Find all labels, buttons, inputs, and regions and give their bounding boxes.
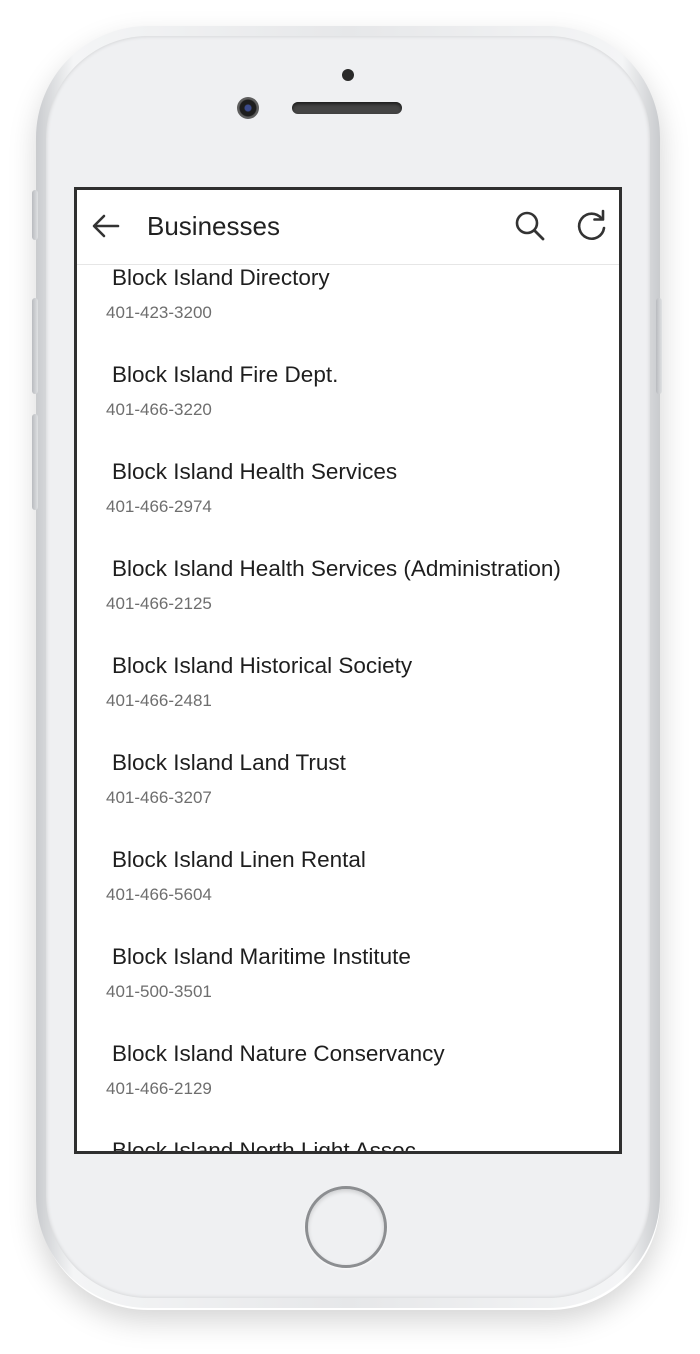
list-item[interactable]: Block Island Health Services (Administra… <box>77 555 619 652</box>
business-name: Block Island Historical Society <box>112 653 413 678</box>
search-icon <box>515 211 545 241</box>
list-item[interactable]: Block Island Nature Conservancy 401-466-… <box>77 1040 619 1137</box>
proximity-sensor <box>342 69 354 81</box>
business-phone: 401-466-5604 <box>106 885 212 904</box>
list-item[interactable]: Block Island Health Services 401-466-297… <box>77 458 619 555</box>
list-item[interactable]: Block Island Fire Dept. 401-466-3220 <box>77 361 619 458</box>
business-name: Block Island Directory <box>112 265 330 290</box>
list-item[interactable]: Block Island North Light Assoc <box>77 1137 619 1154</box>
silent-switch <box>32 190 38 240</box>
business-name: Block Island North Light Assoc <box>112 1138 416 1154</box>
business-phone: 401-466-2481 <box>106 691 212 710</box>
list-item[interactable]: Block Island Historical Society 401-466-… <box>77 652 619 749</box>
business-phone: 401-466-3220 <box>106 400 212 419</box>
business-phone: 401-466-3207 <box>106 788 212 807</box>
business-phone: 401-466-2129 <box>106 1079 212 1098</box>
power-button <box>656 298 662 394</box>
business-phone: 401-466-2125 <box>106 594 212 613</box>
front-camera <box>237 97 259 119</box>
list-item[interactable]: Block Island Directory 401-423-3200 <box>77 264 619 361</box>
business-phone: 401-466-2974 <box>106 497 212 516</box>
app-bar: Businesses <box>77 190 619 265</box>
business-name: Block Island Fire Dept. <box>112 362 339 387</box>
search-button[interactable] <box>504 200 556 252</box>
page-title: Businesses <box>147 211 280 241</box>
business-name: Block Island Health Services (Administra… <box>112 556 561 581</box>
business-name: Block Island Maritime Institute <box>112 944 411 969</box>
refresh-icon <box>577 209 606 240</box>
business-name: Block Island Land Trust <box>112 750 346 775</box>
business-name: Block Island Nature Conservancy <box>112 1041 445 1066</box>
list-item[interactable]: Block Island Maritime Institute 401-500-… <box>77 943 619 1040</box>
business-phone: 401-500-3501 <box>106 982 212 1001</box>
list-item[interactable]: Block Island Linen Rental 401-466-5604 <box>77 846 619 943</box>
arrow-back-icon <box>92 214 120 238</box>
business-name: Block Island Health Services <box>112 459 398 484</box>
list-item[interactable]: Block Island Land Trust 401-466-3207 <box>77 749 619 846</box>
volume-down-button <box>32 414 38 510</box>
back-button[interactable] <box>80 200 132 252</box>
device-stage: Businesses Block Island Directory 401-42… <box>0 0 700 1354</box>
business-phone: 401-423-3200 <box>106 303 212 322</box>
volume-up-button <box>32 298 38 394</box>
home-button[interactable] <box>305 1186 387 1268</box>
refresh-button[interactable] <box>566 200 618 252</box>
earpiece-speaker <box>292 102 402 114</box>
business-name: Block Island Linen Rental <box>112 847 366 872</box>
business-list: Block Island Directory 401-423-3200 Bloc… <box>77 264 619 1154</box>
phone-screen: Businesses Block Island Directory 401-42… <box>74 187 622 1154</box>
